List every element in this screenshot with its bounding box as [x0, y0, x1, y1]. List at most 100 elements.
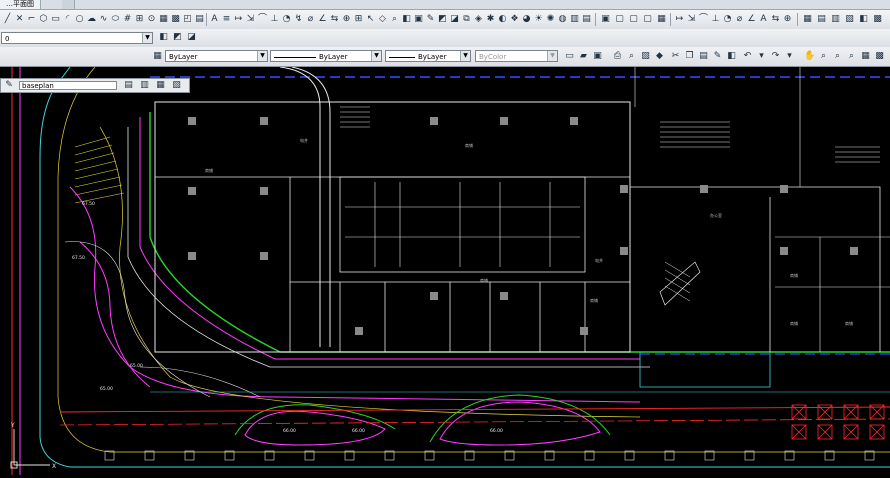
- arc-icon[interactable]: ◜: [62, 14, 73, 25]
- new-icon[interactable]: ▭: [564, 51, 575, 62]
- layer-freeze-icon[interactable]: ✱: [485, 14, 496, 25]
- dim-space-icon[interactable]: ◔: [722, 14, 733, 25]
- block-icon[interactable]: ⊞: [134, 14, 145, 25]
- ellipse-icon[interactable]: ⬭: [110, 14, 121, 25]
- layout-icon-c[interactable]: ▦: [155, 80, 166, 91]
- layer-combo[interactable]: 0 ▼: [1, 32, 153, 44]
- dim-aligned-icon[interactable]: ⇲: [245, 14, 256, 25]
- bulb-icon[interactable]: ☀: [533, 14, 544, 25]
- dim-angular-icon[interactable]: ∠: [317, 14, 328, 25]
- layout-name-field[interactable]: baseplan: [19, 81, 117, 90]
- make-current-icon[interactable]: ◧: [158, 32, 169, 43]
- dim-linear-icon[interactable]: ↦: [233, 14, 244, 25]
- dim-break-icon[interactable]: ⊥: [710, 14, 721, 25]
- viewport-clip-icon[interactable]: ▢: [642, 14, 653, 25]
- 3d-icon[interactable]: ◆: [654, 51, 665, 62]
- new-tab-button[interactable]: [62, 0, 75, 9]
- dimstyle-icon[interactable]: ◇: [377, 14, 388, 25]
- hatch-icon[interactable]: ▦: [158, 14, 169, 25]
- center-mark-icon[interactable]: ⊕: [341, 14, 352, 25]
- layer-previous-icon[interactable]: ◩: [172, 32, 183, 43]
- dim-continue-icon[interactable]: ⇲: [686, 14, 697, 25]
- cut-icon[interactable]: ✂: [670, 51, 681, 62]
- viewport-scale-icon[interactable]: ▦: [656, 14, 667, 25]
- rectangle-icon[interactable]: ▭: [50, 14, 61, 25]
- layout-icon-d[interactable]: ▧: [171, 80, 182, 91]
- chevron-down-icon[interactable]: ▼: [460, 51, 470, 61]
- preview-icon[interactable]: ⌕: [626, 51, 637, 62]
- dim-inspect-icon[interactable]: ⌀: [734, 14, 745, 25]
- dim-edit-icon[interactable]: ∠: [746, 14, 757, 25]
- dim-override-icon[interactable]: ⊕: [782, 14, 793, 25]
- linetype-combo[interactable]: ByLayer ▼: [270, 50, 382, 62]
- table-icon[interactable]: ▤: [194, 14, 205, 25]
- zoom-window-icon[interactable]: ⌕: [832, 51, 843, 62]
- layer-manager-icon[interactable]: ◧: [401, 14, 412, 25]
- layer-props-icon[interactable]: ◧: [858, 14, 869, 25]
- layout-icon-a[interactable]: ▤: [123, 80, 134, 91]
- plot-icon[interactable]: ⎙: [612, 51, 623, 62]
- layer-state-icon[interactable]: ◪: [449, 14, 460, 25]
- dim-jogged-icon[interactable]: ↯: [293, 14, 304, 25]
- paste-icon[interactable]: ▤: [698, 51, 709, 62]
- polygon-icon[interactable]: ⬡: [38, 14, 49, 25]
- dim-textedit-icon[interactable]: A: [758, 14, 769, 25]
- redo-icon[interactable]: ↷: [770, 51, 781, 62]
- color-swatch-icon[interactable]: ▦: [152, 51, 163, 62]
- dim-quick-icon[interactable]: ↦: [674, 14, 685, 25]
- layer-stack-icon[interactable]: ❖: [509, 14, 520, 25]
- chevron-down-icon[interactable]: ▼: [142, 33, 152, 43]
- plotstyle-combo[interactable]: ByColor ▼: [475, 50, 558, 62]
- color-icon[interactable]: ◍: [557, 14, 568, 25]
- lineweight-combo[interactable]: ByLayer ▼: [385, 50, 471, 62]
- open-icon[interactable]: ▰: [578, 51, 589, 62]
- line-icon[interactable]: ╱: [2, 14, 13, 25]
- color-combo[interactable]: ByLayer ▼: [165, 50, 268, 62]
- grid-icon[interactable]: #: [122, 14, 133, 25]
- copy-icon[interactable]: ❐: [684, 51, 695, 62]
- view-icon[interactable]: ✎: [3, 80, 15, 92]
- match-icon[interactable]: ✎: [425, 14, 436, 25]
- dim-ordinate-icon[interactable]: ⊥: [269, 14, 280, 25]
- chevron-down-icon[interactable]: ▼: [547, 51, 557, 61]
- region-icon[interactable]: ◰: [182, 14, 193, 25]
- dim-radius-icon[interactable]: ◔: [281, 14, 292, 25]
- save-icon[interactable]: ▣: [592, 51, 603, 62]
- spline-icon[interactable]: ∿: [98, 14, 109, 25]
- properties-palette-icon[interactable]: ▦: [860, 51, 871, 62]
- list-icon[interactable]: ≡: [221, 14, 232, 25]
- dim-arc-icon[interactable]: ⌒: [257, 14, 268, 25]
- table-style-icon[interactable]: ▦: [802, 14, 813, 25]
- properties-icon[interactable]: ▣: [413, 14, 424, 25]
- redo-list-icon[interactable]: ▾: [784, 51, 795, 62]
- tolerance-icon[interactable]: ⊞: [353, 14, 364, 25]
- zoom-realtime-icon[interactable]: ⌕: [818, 51, 829, 62]
- design-center-icon[interactable]: ▩: [874, 51, 885, 62]
- palette-icon[interactable]: ▩: [872, 14, 883, 25]
- window-icon[interactable]: ▣: [600, 14, 611, 25]
- drawing-canvas[interactable]: 商铺 商铺 商铺 商铺 办公室 商铺 电井 电井 商铺 商铺 67.50 67.…: [0, 66, 890, 475]
- viewport-poly-icon[interactable]: ▢: [628, 14, 639, 25]
- point-icon[interactable]: ⊙: [146, 14, 157, 25]
- dim-update-icon[interactable]: ⇆: [770, 14, 781, 25]
- viewport-icon[interactable]: ▢: [614, 14, 625, 25]
- undo-list-icon[interactable]: ▾: [756, 51, 767, 62]
- dim-baseline-icon[interactable]: ⌒: [698, 14, 709, 25]
- layer-off-icon[interactable]: ◐: [497, 14, 508, 25]
- leader-icon[interactable]: ↖: [365, 14, 376, 25]
- layer-states-icon[interactable]: ◪: [186, 32, 197, 43]
- quick-dim-icon[interactable]: ⇆: [329, 14, 340, 25]
- layer-walk-icon[interactable]: ⧉: [461, 14, 472, 25]
- sun-icon[interactable]: ✺: [545, 14, 556, 25]
- layer-lock-icon[interactable]: ◕: [521, 14, 532, 25]
- layer-prev-icon[interactable]: ◩: [437, 14, 448, 25]
- pan-icon[interactable]: ✋: [804, 51, 815, 62]
- find-icon[interactable]: ⌕: [389, 14, 400, 25]
- match-prop-icon[interactable]: ✎: [712, 51, 723, 62]
- zoom-previous-icon[interactable]: ⌕: [846, 51, 857, 62]
- undo-icon[interactable]: ↶: [742, 51, 753, 62]
- chevron-down-icon[interactable]: ▼: [257, 51, 267, 61]
- text-style-icon[interactable]: ▤: [816, 14, 827, 25]
- layer-iso-icon[interactable]: ◈: [473, 14, 484, 25]
- file-tab[interactable]: …平面图: [0, 0, 41, 9]
